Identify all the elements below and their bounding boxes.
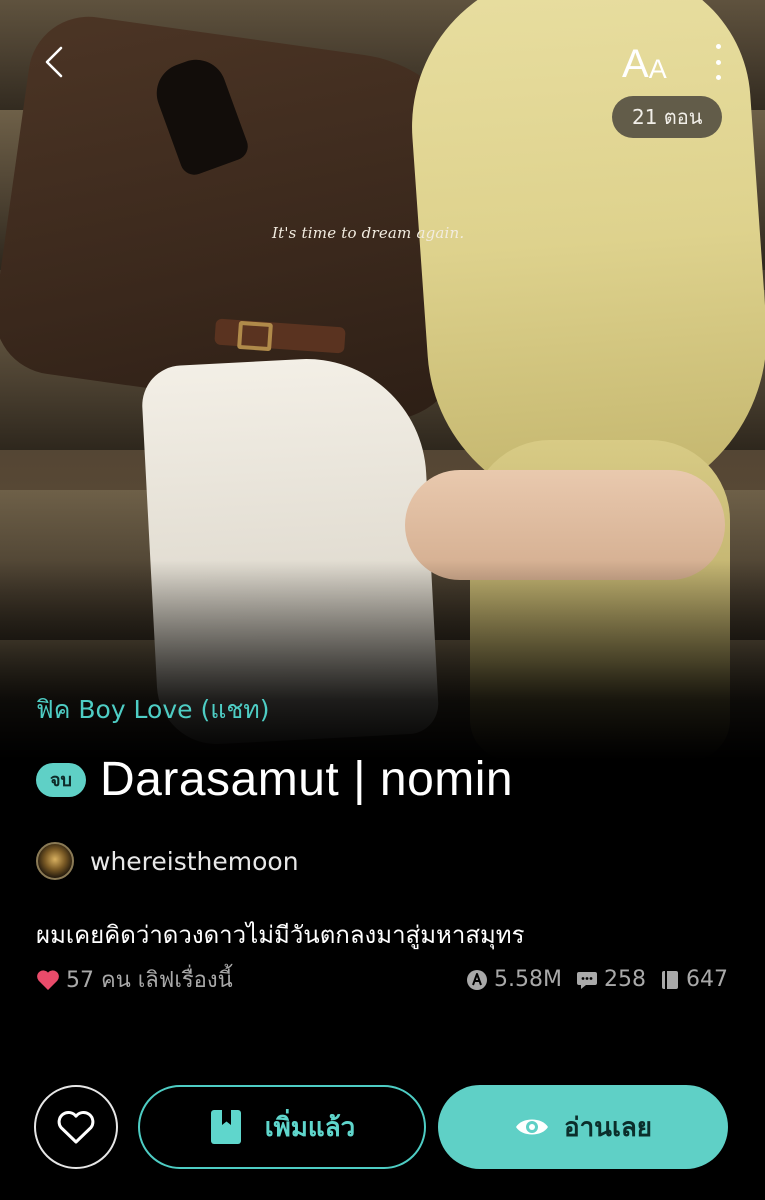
chevron-left-icon bbox=[45, 46, 63, 78]
story-title: Darasamut | nomin bbox=[99, 753, 514, 806]
views-stat: 5.58M bbox=[466, 967, 562, 992]
eye-icon bbox=[515, 1119, 548, 1135]
stat-group: 5.58M 258 647 bbox=[452, 967, 728, 992]
more-options-button[interactable] bbox=[704, 42, 732, 82]
views-icon bbox=[467, 969, 488, 990]
story-detail-page: It's time to dream again. A A 21 ตอน ฟิค… bbox=[0, 0, 765, 1200]
cover-gradient bbox=[0, 560, 765, 760]
more-dot-icon bbox=[715, 59, 721, 65]
completed-badge: จบ bbox=[36, 762, 86, 797]
views-count: 5.58M bbox=[494, 967, 562, 992]
font-size-big-glyph: A bbox=[622, 42, 649, 86]
author-name[interactable]: whereisthemoon bbox=[90, 847, 299, 876]
cover-tagline: It's time to dream again. bbox=[272, 224, 465, 242]
love-count: 57 คน เลิฟเรื่องนี้ bbox=[36, 962, 233, 997]
bookmark-book-icon bbox=[210, 1110, 241, 1144]
added-to-library-button[interactable]: เพิ่มแล้ว bbox=[138, 1085, 426, 1169]
chapters-count: 647 bbox=[686, 967, 728, 992]
book-icon bbox=[662, 970, 678, 989]
stats-row: 57 คน เลิฟเรื่องนี้ 5.58M 258 647 bbox=[36, 962, 728, 997]
episode-count-badge[interactable]: 21 ตอน bbox=[612, 96, 723, 138]
more-dot-icon bbox=[715, 44, 721, 49]
font-size-button[interactable]: A A bbox=[622, 40, 667, 84]
font-size-small-glyph: A bbox=[648, 54, 667, 84]
heart-outline-icon bbox=[57, 1111, 95, 1144]
read-now-button[interactable]: อ่านเลย bbox=[438, 1085, 728, 1169]
title-row: จบ Darasamut | nomin bbox=[36, 752, 513, 807]
story-description: ผมเคยคิดว่าดวงดาวไม่มีวันตกลงมาสู่มหาสมุ… bbox=[36, 921, 525, 949]
back-button[interactable] bbox=[32, 40, 76, 84]
comments-count: 258 bbox=[604, 967, 646, 992]
comments-stat: 258 bbox=[576, 967, 646, 992]
heart-icon bbox=[37, 969, 59, 990]
author-avatar[interactable] bbox=[36, 842, 74, 880]
read-now-label: อ่านเลย bbox=[563, 1112, 653, 1143]
author-row[interactable]: whereisthemoon bbox=[36, 842, 299, 880]
story-category[interactable]: ฟิค Boy Love (แชท) bbox=[36, 690, 270, 730]
chapters-stat: 647 bbox=[660, 967, 728, 992]
comment-icon bbox=[577, 971, 597, 989]
added-to-library-label: เพิ่มแล้ว bbox=[264, 1112, 356, 1143]
like-button[interactable] bbox=[34, 1085, 118, 1169]
more-dot-icon bbox=[715, 75, 721, 80]
love-count-text: 57 คน เลิฟเรื่องนี้ bbox=[66, 968, 233, 993]
cover-figure-buckle bbox=[237, 320, 273, 352]
